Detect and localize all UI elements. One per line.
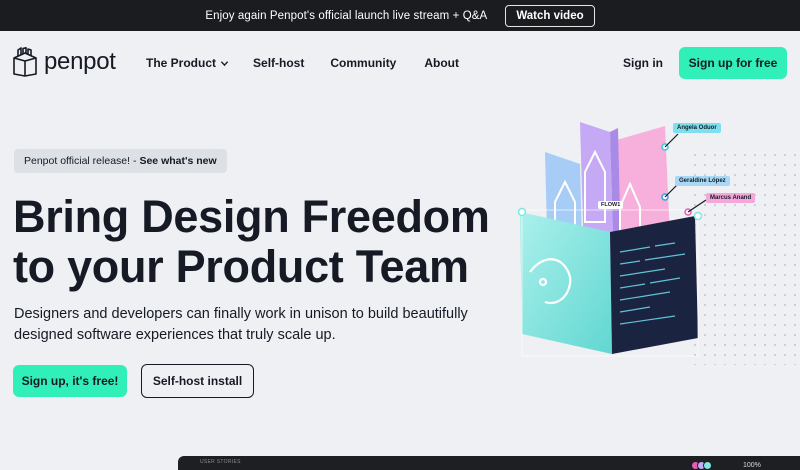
app-preview-label: USER STORIES (200, 459, 241, 465)
penpot-logo-icon (13, 47, 37, 77)
avatar (703, 461, 712, 470)
release-badge-link: See what's new (139, 155, 217, 167)
chevron-down-icon (220, 60, 229, 66)
nav-community[interactable]: Community (330, 56, 396, 70)
release-badge-text: Penpot official release! - (24, 155, 137, 167)
hero-headline-line-1: Bring Design Freedom (13, 191, 490, 242)
nav-the-product[interactable]: The Product (146, 56, 229, 70)
hero-illustration (517, 122, 707, 357)
app-preview-zoom: 100% (743, 462, 761, 469)
logo-link[interactable]: penpot (12, 47, 116, 77)
hero-headline: Bring Design Freedom to your Product Tea… (13, 192, 533, 292)
watch-video-button[interactable]: Watch video (505, 4, 595, 27)
sign-in-link[interactable]: Sign in (623, 56, 663, 70)
nav-about[interactable]: About (424, 56, 459, 70)
hero-subheading: Designers and developers can finally wor… (14, 306, 468, 343)
collaborator-tag-geraldine: Geraldine López (675, 176, 730, 186)
nav-self-host[interactable]: Self-host (253, 56, 304, 70)
signup-free-button[interactable]: Sign up, it's free! (13, 365, 127, 397)
hero-headline-line-2: to your Product Team (13, 241, 469, 292)
app-preview-avatars (691, 461, 712, 470)
collaborator-tag-marcus: Marcus Anand (706, 193, 756, 203)
release-badge[interactable]: Penpot official release! - See what's ne… (14, 149, 227, 173)
self-host-install-button[interactable]: Self-host install (141, 364, 254, 398)
announcement-text: Enjoy again Penpot's official launch liv… (205, 9, 488, 22)
nav-links: The Product Self-host Community About (146, 56, 459, 70)
nav-the-product-label: The Product (146, 56, 217, 70)
sign-up-button[interactable]: Sign up for free (679, 47, 787, 79)
logo-text: penpot (44, 48, 116, 75)
flow-tag: FLOW1 (598, 201, 624, 209)
announcement-bar: Enjoy again Penpot's official launch liv… (0, 0, 800, 31)
navbar: penpot The Product Self-host Community A… (0, 31, 800, 94)
collaborator-tag-angela: Angela Oduor (673, 123, 721, 133)
